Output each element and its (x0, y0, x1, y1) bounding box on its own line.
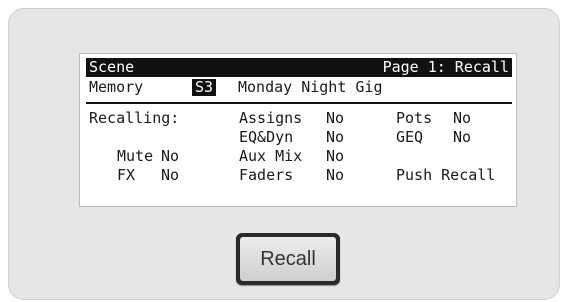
recall-button-label: Recall (240, 237, 336, 281)
pots-value: No (453, 109, 472, 127)
lcd-divider (86, 102, 512, 104)
geq-value: No (453, 128, 472, 146)
fx-label: FX (117, 166, 136, 184)
aux-mix-value: No (326, 147, 345, 165)
faders-value: No (326, 166, 345, 184)
recall-button[interactable]: Recall (236, 233, 340, 285)
screen-title: Scene (89, 58, 135, 76)
page-indicator: Page 1: Recall (382, 58, 509, 76)
faders-label: Faders (239, 166, 294, 184)
scene-name: Monday Night Gig (238, 78, 383, 96)
memory-slot[interactable]: S3 (192, 79, 217, 96)
memory-row: Memory S3 Monday Night Gig (86, 78, 512, 98)
assigns-value: No (326, 109, 345, 127)
eq-dyn-label: EQ&Dyn (239, 128, 294, 146)
push-recall-prompt: Push Recall (396, 166, 496, 184)
aux-mix-label: Aux Mix (239, 147, 303, 165)
fx-value: No (161, 166, 180, 184)
memory-label: Memory (89, 78, 144, 96)
assigns-label: Assigns (239, 109, 303, 127)
recalling-label: Recalling: (89, 109, 180, 127)
mute-label: Mute (117, 147, 154, 165)
eq-dyn-value: No (326, 128, 345, 146)
lcd-display: Scene Page 1: Recall Memory S3 Monday Ni… (79, 53, 517, 207)
pots-label: Pots (396, 109, 433, 127)
mute-value: No (161, 147, 180, 165)
geq-label: GEQ (396, 128, 424, 146)
lcd-title-bar: Scene Page 1: Recall (86, 58, 512, 77)
